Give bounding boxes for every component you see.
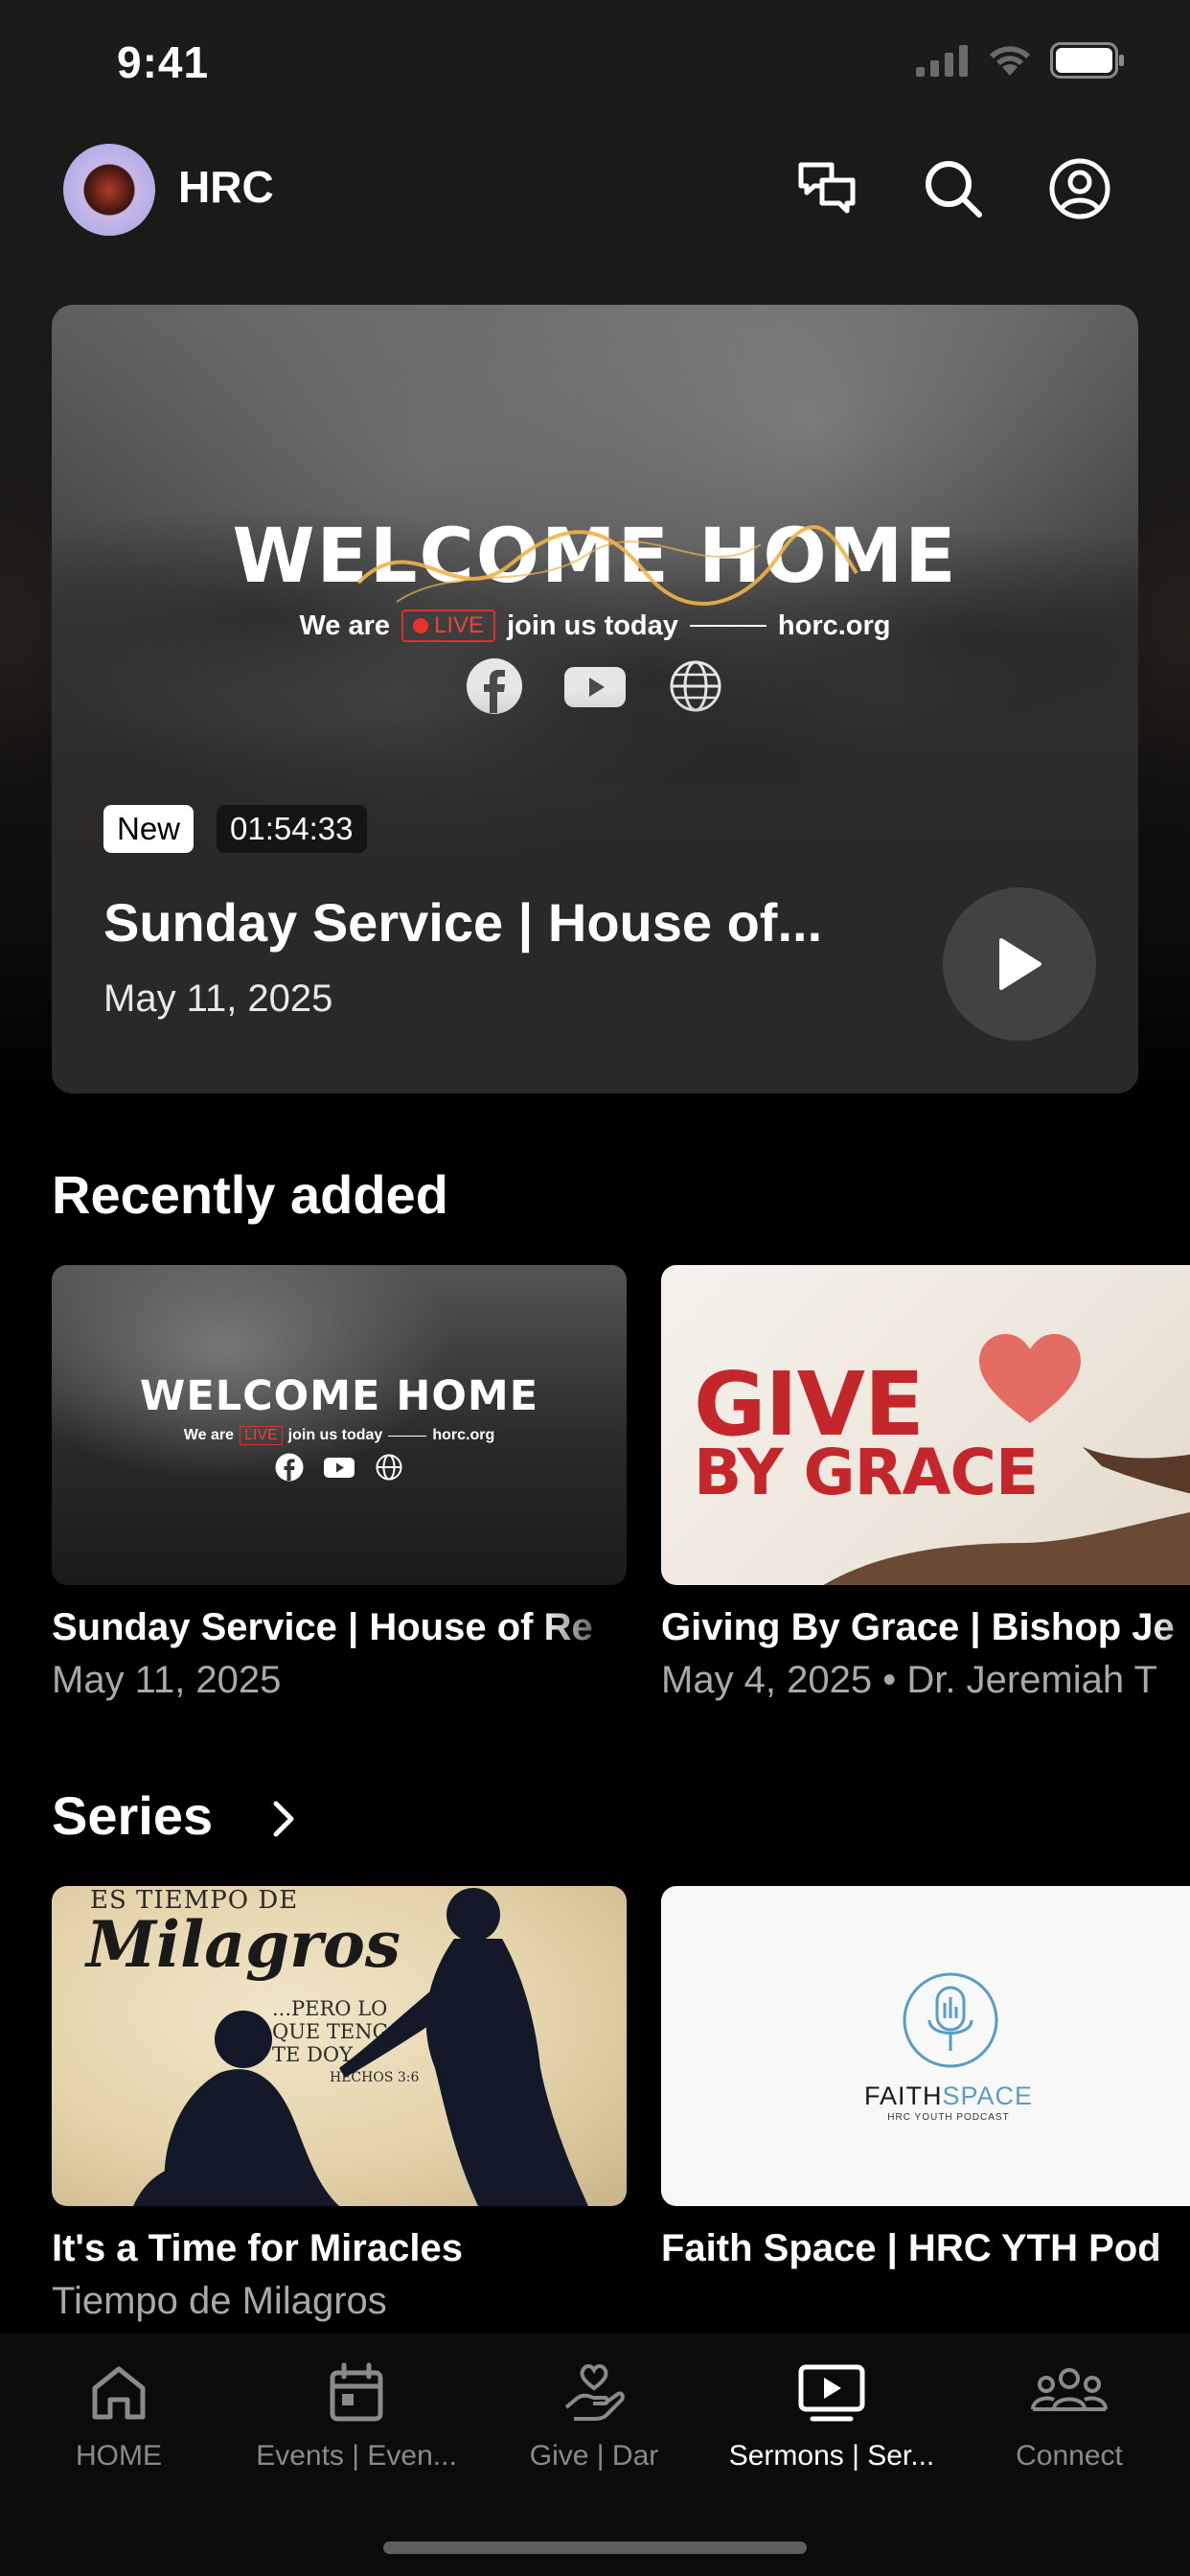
play-icon xyxy=(999,938,1041,990)
cellular-signal-icon xyxy=(916,45,968,77)
live-dot-icon xyxy=(413,618,429,633)
recently-added-carousel[interactable]: WELCOME HOME We are LIVE join us today h… xyxy=(0,1265,1190,1715)
tab-label: Connect xyxy=(1016,2440,1123,2472)
give-hand-icon xyxy=(564,2364,625,2421)
tagline-website: horc.org xyxy=(777,610,891,641)
recent-card-thumbnail: GIVE BY GRACE xyxy=(661,1265,1190,1585)
live-label: LIVE xyxy=(434,612,485,638)
thumb-social-icons xyxy=(52,1453,627,1482)
app-title: HRC xyxy=(178,162,274,212)
recent-card-2[interactable]: GIVE BY GRACE Giving By Grace | Bishop J… xyxy=(661,1265,1190,1702)
recently-added-heading: Recently added xyxy=(52,1164,448,1225)
tab-label: Sermons | Ser... xyxy=(728,2440,935,2472)
search-icon[interactable] xyxy=(922,157,985,220)
status-icons xyxy=(916,42,1125,79)
tagline-prefix: We are xyxy=(299,610,391,641)
tab-icon xyxy=(0,2361,238,2425)
tagline-divider xyxy=(689,625,767,627)
podcast-microphone-icon xyxy=(903,1972,998,2068)
home-indicator[interactable] xyxy=(383,2542,807,2554)
live-badge: LIVE xyxy=(401,610,496,642)
recent-card-title: Giving By Grace | Bishop Je xyxy=(661,1606,1175,1648)
status-time: 9:41 xyxy=(117,37,210,87)
thumb-site: horc.org xyxy=(432,1427,495,1443)
hero-title: Sunday Service | House of... xyxy=(103,892,823,953)
thumb-we-are: We are xyxy=(183,1427,234,1443)
facebook-icon xyxy=(275,1453,304,1482)
people-icon xyxy=(1031,2368,1108,2411)
wordmark-faith: FAITH xyxy=(863,2082,943,2110)
messages-icon[interactable] xyxy=(795,157,858,220)
thumb-live-badge: LIVE xyxy=(239,1426,283,1445)
globe-icon xyxy=(376,1454,402,1481)
series-card-1[interactable]: ES TIEMPO DE Milagros ...PERO LO QUE TEN… xyxy=(52,1886,627,2323)
wordmark-space: SPACE xyxy=(942,2082,1034,2110)
battery-icon xyxy=(1050,42,1124,79)
youtube-icon xyxy=(324,1458,355,1478)
chevron-right-icon[interactable] xyxy=(268,1798,299,1840)
church-logo-avatar[interactable] xyxy=(63,144,155,236)
hero-badges: New 01:54:33 xyxy=(103,805,367,853)
hands-illustration xyxy=(823,1447,1190,1585)
hero-tagline: We are LIVE join us today horc.org xyxy=(52,610,1138,642)
featured-sermon-card[interactable]: WELCOME HOME We are LIVE join us today h… xyxy=(52,305,1138,1093)
recent-card-thumbnail: WELCOME HOME We are LIVE join us today h… xyxy=(52,1265,627,1585)
faithspace-wordmark: FAITHSPACE xyxy=(661,2082,1190,2111)
tab-icon xyxy=(950,2361,1188,2425)
duration-badge: 01:54:33 xyxy=(217,805,367,853)
wifi-icon xyxy=(990,46,1030,76)
series-card-2[interactable]: FAITHSPACE HRC YOUTH PODCAST Faith Space… xyxy=(661,1886,1190,2280)
series-card-thumbnail: ES TIEMPO DE Milagros ...PERO LO QUE TEN… xyxy=(52,1886,627,2206)
tab-label: HOME xyxy=(76,2440,162,2472)
recent-card-date: May 11, 2025 xyxy=(52,1659,282,1701)
logo-emblem xyxy=(84,165,134,215)
tagline-mid: join us today xyxy=(507,610,678,641)
recent-card-title: Sunday Service | House of Re xyxy=(52,1606,593,1648)
series-carousel[interactable]: ES TIEMPO DE Milagros ...PERO LO QUE TEN… xyxy=(0,1886,1190,2333)
tab-label: Events | Even... xyxy=(256,2440,457,2472)
series-card-title: Faith Space | HRC YTH Pod xyxy=(661,2227,1161,2269)
bottom-tab-bar: HOME Events | Even... Give | Dar Sermons… xyxy=(0,2333,1190,2576)
series-heading[interactable]: Series xyxy=(52,1784,213,1847)
thumb-join: join us today xyxy=(287,1427,383,1443)
new-badge: New xyxy=(103,805,195,853)
hero-date: May 11, 2025 xyxy=(103,978,333,1020)
tab-label: Give | Dar xyxy=(529,2440,659,2472)
play-button[interactable] xyxy=(943,887,1096,1041)
profile-icon[interactable] xyxy=(1048,157,1111,220)
silhouettes-illustration xyxy=(133,1888,588,2206)
series-card-subtitle: Tiempo de Milagros xyxy=(52,2280,387,2322)
video-play-icon xyxy=(798,2364,865,2422)
hero-script-decoration xyxy=(356,525,858,606)
tab-icon xyxy=(475,2361,713,2425)
home-icon xyxy=(92,2366,146,2420)
series-card-title: It's a Time for Miracles xyxy=(52,2227,463,2269)
recent-card-meta: May 4, 2025 • Dr. Jeremiah T xyxy=(661,1659,1157,1701)
thumb-divider xyxy=(388,1435,427,1437)
recent-card-1[interactable]: WELCOME HOME We are LIVE join us today h… xyxy=(52,1265,627,1702)
tab-icon xyxy=(713,2361,950,2425)
thumb-welcome-text: WELCOME HOME xyxy=(139,1372,539,1420)
thumb-tagline: We are LIVE join us today horc.org xyxy=(52,1426,627,1445)
tab-icon xyxy=(238,2361,475,2425)
faithspace-caption: HRC YOUTH PODCAST xyxy=(887,2112,1010,2123)
calendar-icon xyxy=(330,2362,383,2422)
heart-icon xyxy=(979,1334,1081,1423)
series-card-thumbnail: FAITHSPACE HRC YOUTH PODCAST xyxy=(661,1886,1190,2206)
